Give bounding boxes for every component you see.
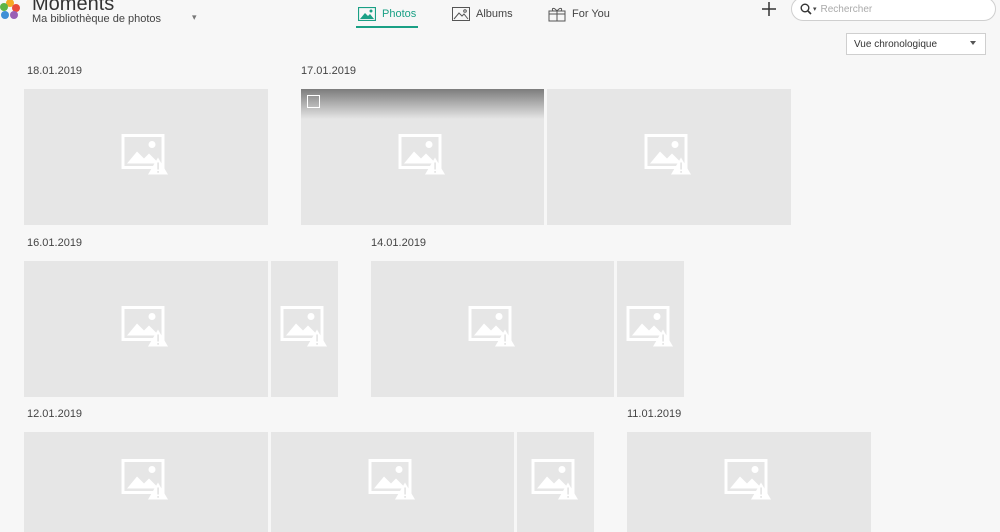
tab-photos[interactable]: Photos	[356, 0, 419, 28]
search-box[interactable]: ▾	[791, 0, 996, 21]
broken-image-warning-icon	[121, 306, 171, 353]
photo-tile[interactable]	[547, 89, 791, 225]
broken-image-warning-icon	[644, 134, 694, 181]
search-icon[interactable]	[800, 3, 812, 15]
broken-image-warning-icon	[468, 306, 518, 353]
photo-tile[interactable]	[617, 261, 684, 397]
view-mode-selected: Vue chronologique	[854, 38, 938, 50]
broken-image-warning-icon	[398, 134, 448, 181]
tab-for-you[interactable]: For You	[548, 0, 610, 28]
tab-photos-label: Photos	[382, 8, 417, 20]
photo-tile[interactable]	[24, 432, 268, 532]
search-scope-caret-icon[interactable]: ▾	[813, 5, 817, 13]
tab-for-you-label: For You	[572, 8, 610, 20]
select-checkbox[interactable]	[307, 95, 320, 108]
moments-logo-icon	[0, 0, 20, 19]
dropdown-caret-icon	[970, 41, 976, 45]
broken-image-warning-icon	[280, 306, 330, 353]
date-label: 17.01.2019	[301, 65, 357, 77]
photo-tile[interactable]	[371, 261, 614, 397]
broken-image-warning-icon	[121, 459, 171, 506]
tab-albums[interactable]: Albums	[452, 0, 513, 28]
app-header: Moments Ma bibliothèque de photos ▾ Phot…	[0, 0, 1000, 34]
date-label: 18.01.2019	[27, 65, 83, 77]
photo-tile[interactable]	[24, 261, 268, 397]
plus-icon[interactable]	[760, 0, 778, 18]
photo-tile[interactable]	[627, 432, 871, 532]
broken-image-warning-icon	[121, 134, 171, 181]
library-selector[interactable]: Ma bibliothèque de photos	[32, 13, 161, 25]
photo-tile[interactable]	[517, 432, 594, 532]
photo-icon	[358, 7, 376, 21]
photo-tile[interactable]	[271, 432, 514, 532]
tab-albums-label: Albums	[476, 8, 513, 20]
date-label: 12.01.2019	[27, 408, 83, 420]
date-label: 14.01.2019	[371, 237, 427, 249]
broken-image-warning-icon	[368, 459, 418, 506]
broken-image-warning-icon	[724, 459, 774, 506]
photo-tile[interactable]	[301, 89, 544, 225]
broken-image-warning-icon	[531, 459, 581, 506]
date-label: 16.01.2019	[27, 237, 83, 249]
album-icon	[452, 7, 470, 21]
view-mode-select[interactable]: Vue chronologique	[846, 33, 986, 55]
photo-tile[interactable]	[24, 89, 268, 225]
broken-image-warning-icon	[626, 306, 676, 353]
search-input[interactable]	[820, 3, 981, 15]
date-label: 11.01.2019	[627, 408, 682, 420]
photo-tile[interactable]	[271, 261, 338, 397]
gift-icon	[548, 7, 566, 22]
chevron-down-icon[interactable]: ▾	[192, 12, 197, 23]
